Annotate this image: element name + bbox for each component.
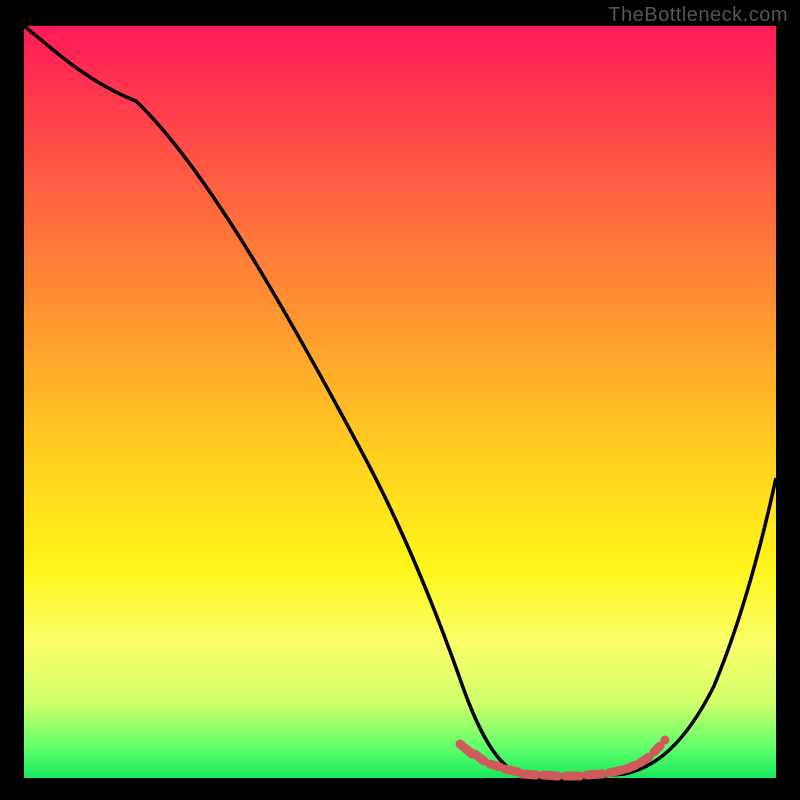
curve-layer	[24, 26, 776, 778]
chart-frame: TheBottleneck.com	[0, 0, 800, 800]
plot-area	[24, 26, 776, 778]
watermark-text: TheBottleneck.com	[608, 4, 788, 27]
bottleneck-curve	[24, 26, 776, 777]
